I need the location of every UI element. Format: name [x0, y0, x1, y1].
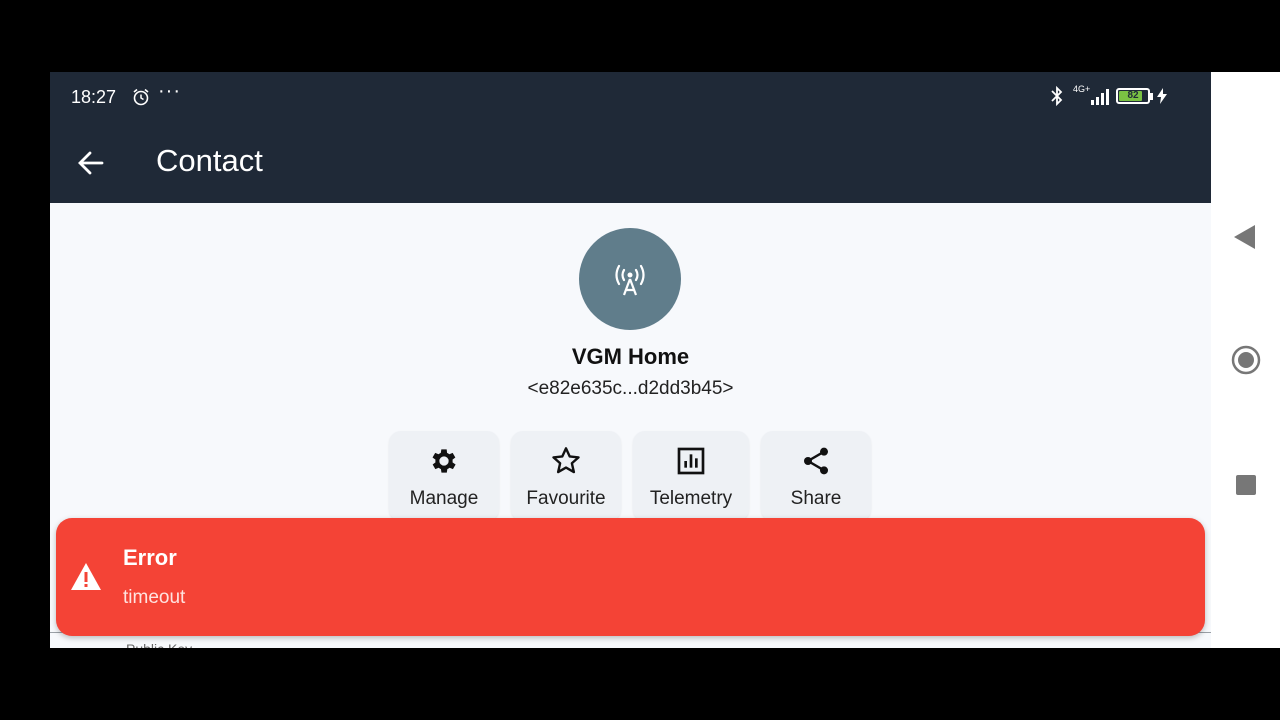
page-title: Contact [156, 143, 263, 178]
signal-icon [1091, 89, 1109, 105]
alarm-icon [133, 88, 149, 106]
manage-label: Manage [409, 488, 479, 509]
battery-level: 82 [1127, 90, 1139, 101]
warning-icon [71, 563, 101, 590]
error-toast[interactable]: Error timeout [56, 518, 1205, 636]
battery-tip [1150, 93, 1153, 100]
status-bar: 18:27 ··· 4G+ 82 [50, 72, 1211, 122]
status-time: 18:27 [71, 87, 117, 107]
arrow-left-icon[interactable] [76, 148, 106, 178]
public-key-label: Public Key [126, 641, 192, 648]
antenna-icon [615, 264, 645, 296]
contact-name: VGM Home [571, 344, 690, 369]
network-type: 4G+ [1073, 84, 1091, 94]
share-label: Share [790, 488, 842, 509]
avatar [579, 228, 681, 330]
share-button[interactable]: Share [761, 431, 871, 521]
telemetry-button[interactable]: Telemetry [633, 431, 749, 521]
favourite-label: Favourite [526, 488, 606, 509]
telemetry-label: Telemetry [649, 488, 733, 509]
gear-icon [432, 449, 456, 473]
action-row: Manage Favourite Telemetry Share [50, 431, 1211, 521]
star-icon [552, 447, 580, 474]
error-title: Error [123, 545, 177, 570]
contact-public-key: <e82e635c...d2dd3b45> [527, 378, 734, 399]
battery-icon: 82 [1116, 88, 1150, 104]
share-icon [804, 447, 828, 475]
error-message: timeout [123, 587, 186, 608]
system-nav-bar [1211, 72, 1280, 648]
favourite-button[interactable]: Favourite [511, 431, 621, 521]
nav-recents-icon[interactable] [1234, 473, 1258, 497]
charging-icon [1157, 88, 1167, 104]
nav-home-icon[interactable] [1230, 344, 1262, 376]
more-notifications: ··· [158, 80, 181, 102]
chart-icon [677, 447, 705, 475]
nav-back-icon[interactable] [1230, 222, 1260, 252]
bluetooth-icon [1051, 85, 1063, 107]
manage-button[interactable]: Manage [389, 431, 499, 521]
app-bar: Contact [50, 122, 1211, 203]
